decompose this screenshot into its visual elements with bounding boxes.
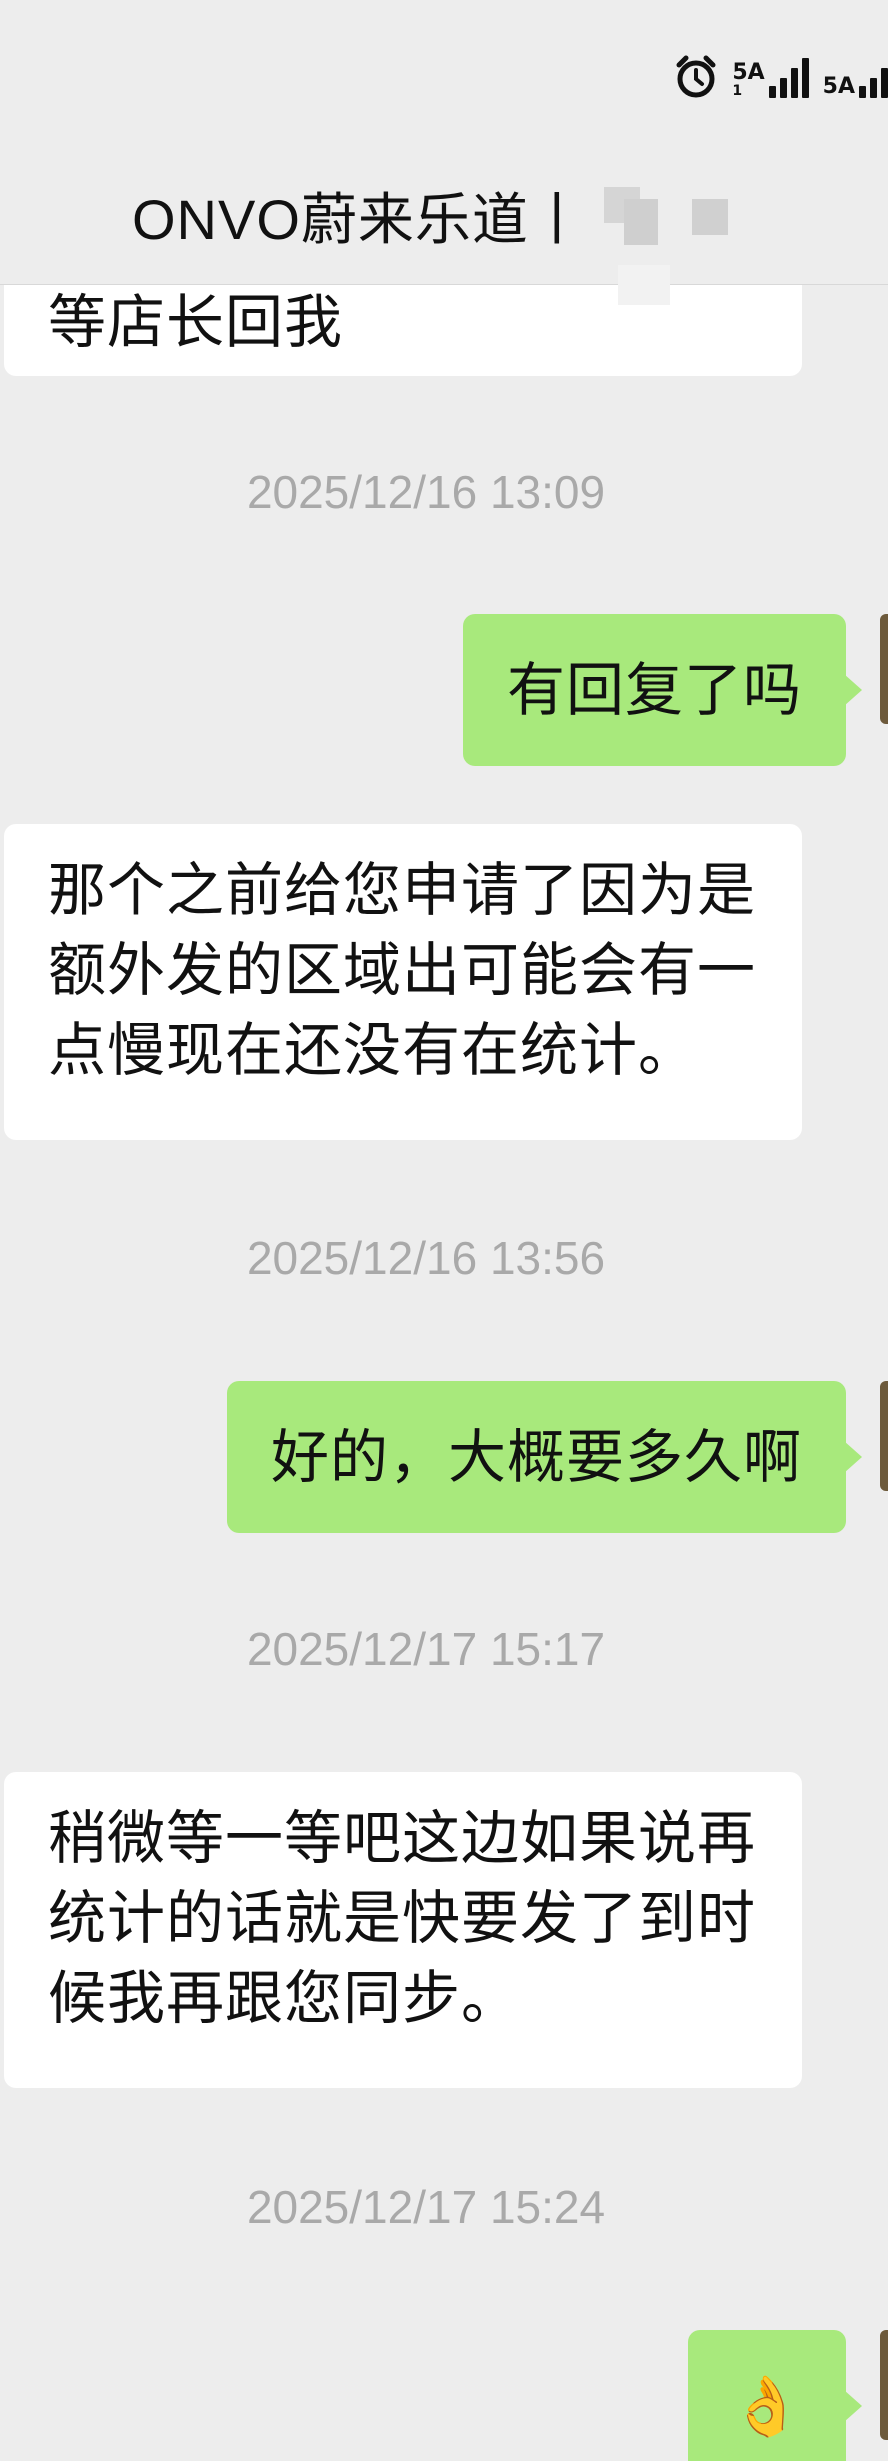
signal-sim1: 5A 1 <box>732 56 809 99</box>
timestamp: 2025/12/16 13:56 <box>246 1232 606 1284</box>
timestamp: 2025/12/17 15:17 <box>246 1623 606 1675</box>
status-icons: 5A 1 5A <box>674 55 888 99</box>
message-outgoing-emoji[interactable]: 👌 <box>688 2330 862 2461</box>
chat-header: ONVO蔚来乐道丨 <box>0 165 888 305</box>
status-bar: 5A 1 5A <box>0 0 888 165</box>
network-type-label: 5A <box>732 60 765 85</box>
sim-index-label: 1 <box>732 83 743 99</box>
timestamp: 2025/12/16 13:09 <box>246 466 606 518</box>
timestamp: 2025/12/17 15:24 <box>246 2181 606 2233</box>
message-text: 那个之前给您申请了因为是额外发的区域出可能会有一点慢现在还没有在统计。 <box>48 856 757 1084</box>
signal-sim2: 5A <box>823 56 888 98</box>
redacted-name <box>624 199 658 245</box>
message-text: 等店长回我 <box>48 288 344 356</box>
ok-hand-emoji: 👌 <box>730 2372 804 2440</box>
chat-title[interactable]: ONVO蔚来乐道丨 <box>132 175 586 256</box>
avatar[interactable] <box>880 614 888 724</box>
signal-bars-icon <box>768 56 809 98</box>
message-text: 好的，大概要多久啊 <box>270 1423 802 1491</box>
redacted-name <box>692 199 728 235</box>
signal-bars-icon <box>859 56 888 98</box>
message-text: 有回复了吗 <box>506 656 802 724</box>
message-incoming[interactable]: 稍微等一等吧这边如果说再统计的话就是快要发了到时候我再跟您同步。 <box>4 1772 802 2088</box>
alarm-clock-icon <box>676 55 716 98</box>
network-type-label: 5A <box>822 74 855 99</box>
avatar[interactable] <box>880 1381 888 1491</box>
message-list[interactable]: 等店长回我 2025/12/16 13:09 有回复了吗 那个之前给您申请了因为… <box>0 0 888 2461</box>
message-incoming[interactable]: 那个之前给您申请了因为是额外发的区域出可能会有一点慢现在还没有在统计。 <box>4 824 802 1140</box>
chat-screen: 等店长回我 2025/12/16 13:09 有回复了吗 那个之前给您申请了因为… <box>0 0 888 2461</box>
redacted-name <box>618 265 670 305</box>
avatar[interactable] <box>880 2330 888 2440</box>
message-outgoing[interactable]: 好的，大概要多久啊 <box>226 1381 863 1533</box>
message-outgoing[interactable]: 有回复了吗 <box>462 614 863 766</box>
message-text: 稍微等一等吧这边如果说再统计的话就是快要发了到时候我再跟您同步。 <box>48 1804 757 2032</box>
